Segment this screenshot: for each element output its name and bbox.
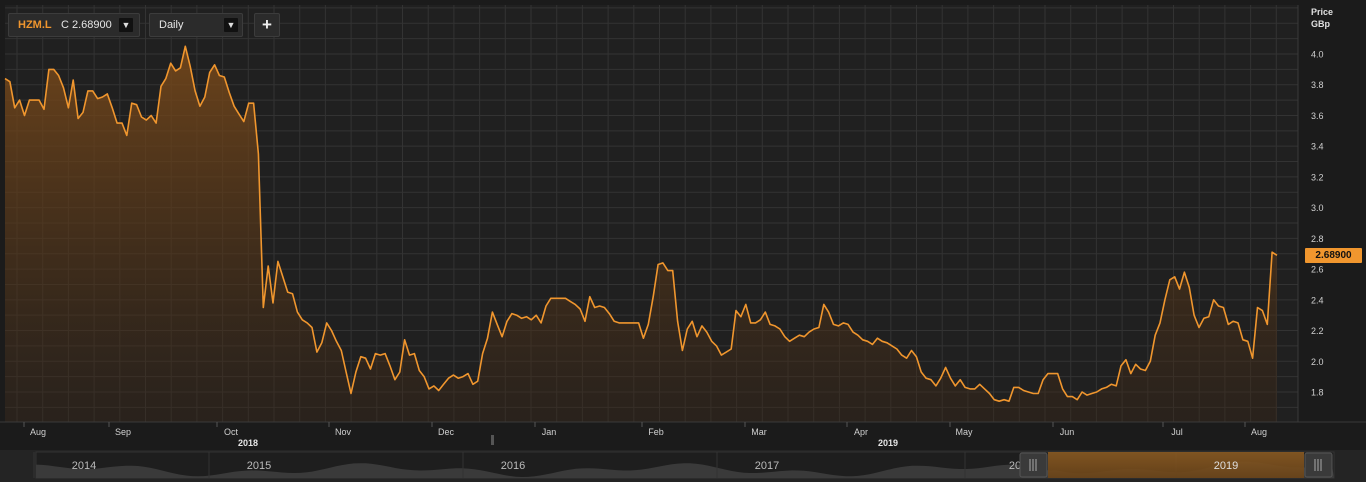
price-chart[interactable]: 1.8 2.0 2.2 2.4 2.6 2.8 3.0 3.2 3.4 3.6 3.8 4.0 Aug S… — [0, 0, 1366, 482]
x-axis-band — [0, 422, 1366, 450]
chart-app: 1.8 2.0 2.2 2.4 2.6 2.8 3.0 3.2 3.4 3.6 3.8 4.0 Aug S… — [0, 0, 1366, 482]
x-tick-label: Aug — [30, 427, 46, 437]
y-tick-label: 2.4 — [1311, 295, 1324, 305]
navigator-handle-left[interactable] — [1019, 452, 1048, 478]
x-tick-label: Dec — [438, 427, 455, 437]
close-price-text: C 2.68900 — [61, 19, 112, 31]
navigator-selection — [1048, 452, 1304, 478]
interval-label: Daily — [159, 19, 184, 31]
x-year-label: 2018 — [238, 438, 258, 448]
navigator-year-label: 2015 — [247, 460, 271, 472]
y-tick-label: 4.0 — [1311, 50, 1324, 60]
price-label: Price — [1311, 7, 1334, 17]
last-price-badge: 2.68900 — [1305, 248, 1362, 263]
year-divider — [491, 435, 494, 445]
dropdown-arrow-icon[interactable]: ▼ — [224, 18, 238, 32]
y-tick-label: 3.6 — [1311, 111, 1324, 121]
x-tick-label: Jun — [1060, 427, 1075, 437]
x-tick-label: Jul — [1171, 427, 1183, 437]
x-tick-label: Sep — [115, 427, 131, 437]
y-tick-label: 2.0 — [1311, 357, 1324, 367]
navigator-year-label: 2016 — [501, 460, 525, 472]
symbol-ticker: HZM.L — [18, 19, 52, 31]
x-tick-label: Oct — [224, 427, 239, 437]
price-axis-title: Price GBp — [1311, 6, 1333, 30]
x-tick-label: Nov — [335, 427, 352, 437]
navigator-year-label: 20 — [1009, 460, 1021, 472]
x-tick-label: Feb — [648, 427, 664, 437]
y-tick-label: 3.8 — [1311, 80, 1324, 90]
y-tick-label: 1.8 — [1311, 388, 1324, 398]
symbol-selector[interactable]: HZM.L C 2.68900 ▼ — [8, 13, 140, 37]
plot-area — [4, 5, 1298, 423]
navigator-handle-right[interactable] — [1304, 452, 1333, 478]
x-tick-label: Aug — [1251, 427, 1267, 437]
y-tick-label: 2.8 — [1311, 234, 1324, 244]
x-tick-label: Mar — [751, 427, 767, 437]
navigator-year-label: 2019 — [1214, 460, 1238, 472]
y-tick-label: 3.4 — [1311, 142, 1324, 152]
add-indicator-button[interactable]: + — [254, 13, 280, 37]
navigator[interactable]: 20142015201620172020192019 — [0, 450, 1366, 482]
navigator-year-label: 2014 — [72, 460, 96, 472]
navigator-year-label: 2017 — [755, 460, 779, 472]
unit-label: GBp — [1311, 19, 1330, 29]
x-tick-label: Jan — [542, 427, 557, 437]
x-tick-label: May — [955, 427, 973, 437]
y-tick-label: 2.6 — [1311, 265, 1324, 275]
x-year-label: 2019 — [878, 438, 898, 448]
y-tick-label: 2.2 — [1311, 326, 1324, 336]
y-tick-label: 3.2 — [1311, 172, 1324, 182]
y-tick-label: 3.0 — [1311, 203, 1324, 213]
interval-selector[interactable]: Daily ▼ — [149, 13, 243, 37]
dropdown-arrow-icon[interactable]: ▼ — [119, 18, 133, 32]
x-tick-label: Apr — [854, 427, 868, 437]
